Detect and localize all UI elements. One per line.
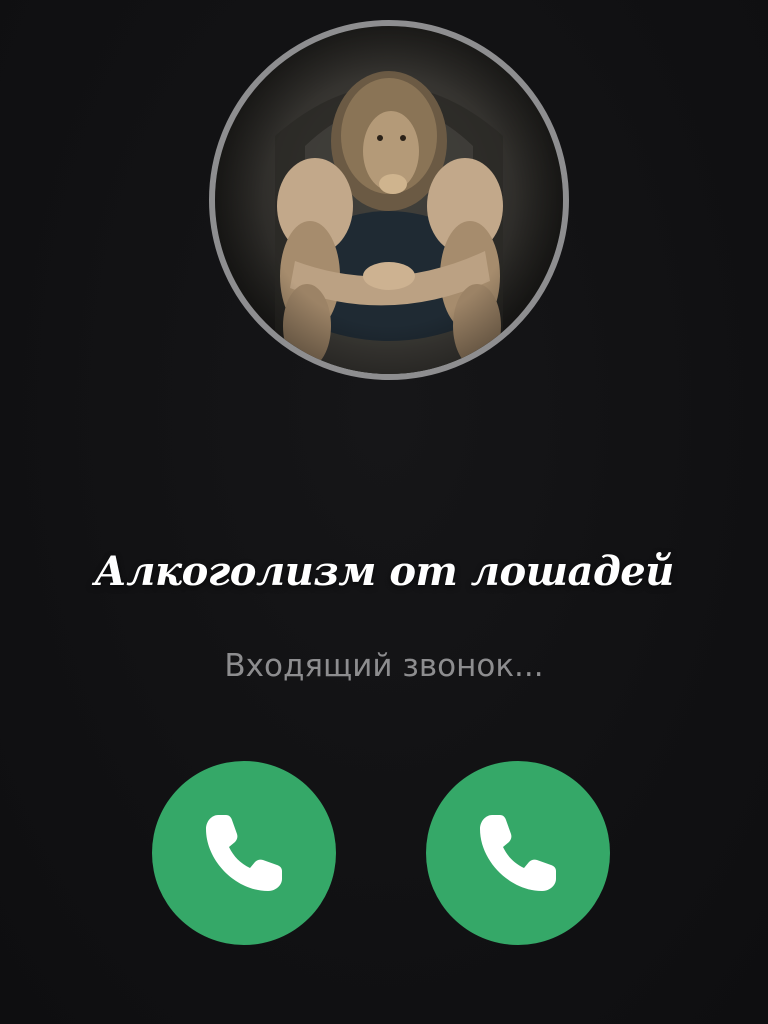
phone-icon xyxy=(206,815,282,891)
lion-bodybuilder-avatar xyxy=(215,26,563,374)
answer-call-button-left[interactable] xyxy=(152,761,336,945)
caller-name: Алкоголизм от лошадей xyxy=(94,548,674,595)
incoming-call-screen: Алкоголизм от лошадей Входящий звонок... xyxy=(0,0,768,1024)
phone-icon xyxy=(480,815,556,891)
caller-avatar xyxy=(209,20,569,380)
answer-call-button-right[interactable] xyxy=(426,761,610,945)
call-status: Входящий звонок... xyxy=(224,648,544,684)
